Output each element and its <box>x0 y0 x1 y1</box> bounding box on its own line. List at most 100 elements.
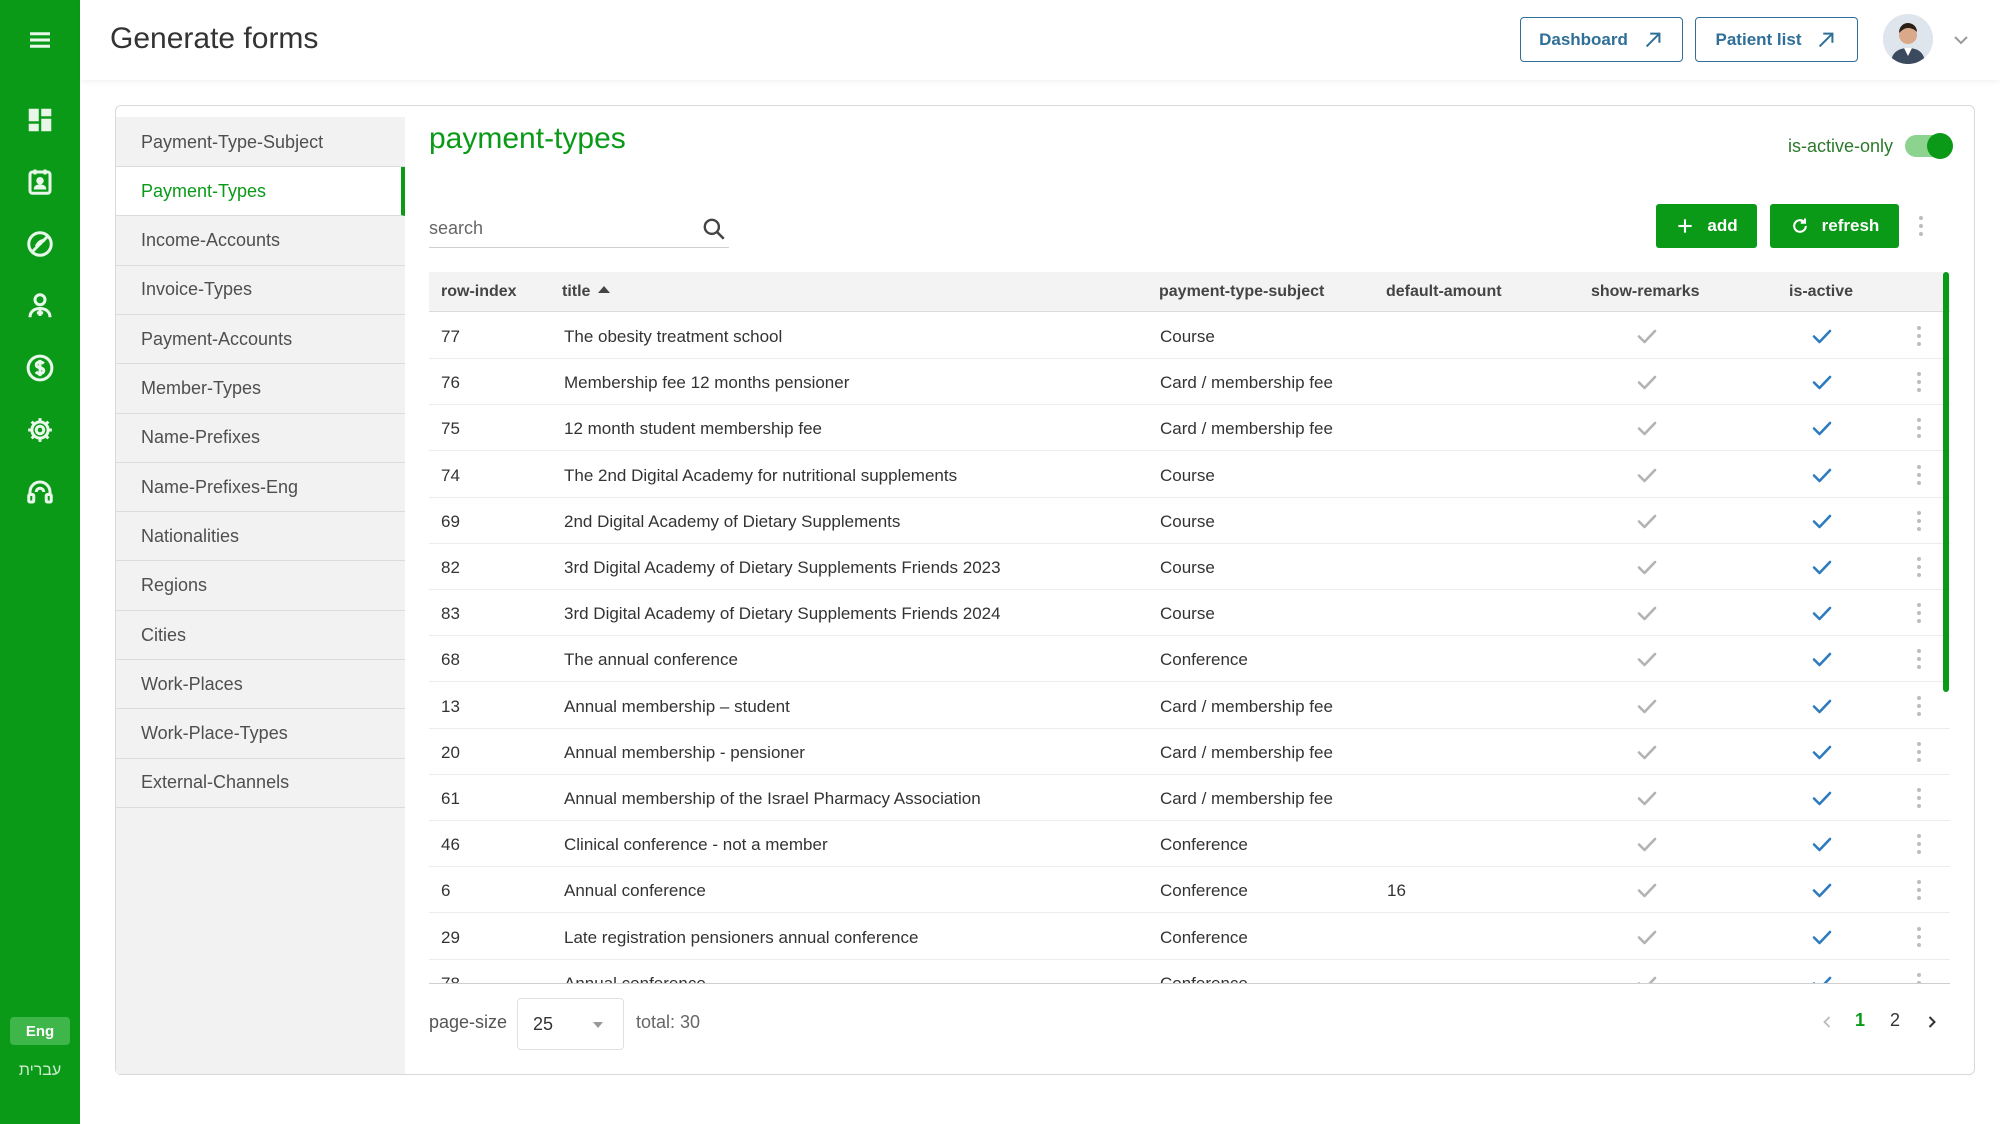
sidebar-item-nationalities[interactable]: Nationalities <box>116 512 405 562</box>
language-english[interactable]: Eng <box>10 1017 70 1045</box>
sidebar-item-work-place-types[interactable]: Work-Place-Types <box>116 709 405 759</box>
sidebar-item-invoice-types[interactable]: Invoice-Types <box>116 265 405 315</box>
dollar-icon[interactable] <box>22 350 58 386</box>
previous-page-icon[interactable] <box>1817 1010 1837 1034</box>
sidebar-item-label: Name-Prefixes <box>141 427 261 448</box>
title-cell: Annual membership - pensioner <box>564 742 805 762</box>
payment-type-subject-cell: Card / membership fee <box>1160 696 1333 716</box>
sidebar-item-name-prefixes-eng[interactable]: Name-Prefixes-Eng <box>116 463 405 513</box>
page-size-value: 25 <box>533 1014 554 1034</box>
row-menu-icon[interactable] <box>1909 415 1929 441</box>
page-size-select[interactable]: 25 <box>517 998 624 1050</box>
table-row[interactable]: 6 Annual conference Conference 16 <box>429 867 1950 914</box>
sidebar-item-payment-accounts[interactable]: Payment-Accounts <box>116 315 405 365</box>
row-menu-icon[interactable] <box>1909 739 1929 765</box>
row-index-cell: 46 <box>441 835 460 855</box>
dashboard-icon[interactable] <box>22 102 58 138</box>
app-rail: Eng עברית <box>0 0 80 1124</box>
column-header-is-active[interactable]: is-active <box>1789 283 1853 301</box>
refresh-button[interactable]: refresh <box>1770 204 1899 248</box>
sidebar-item-member-types[interactable]: Member-Types <box>116 364 405 414</box>
payment-type-subject-cell: Card / membership fee <box>1160 419 1333 439</box>
table-row[interactable]: 69 2nd Digital Academy of Dietary Supplem… <box>429 498 1950 544</box>
row-menu-icon[interactable] <box>1909 970 1929 983</box>
row-menu-icon[interactable] <box>1909 600 1929 626</box>
contacts-icon[interactable] <box>22 164 58 200</box>
row-menu-icon[interactable] <box>1909 877 1929 903</box>
row-menu-icon[interactable] <box>1909 693 1929 719</box>
row-index-cell: 76 <box>441 373 460 393</box>
is-active-only-toggle[interactable] <box>1905 133 1953 159</box>
table-row[interactable]: 29 Late registration pensioners annual co… <box>429 914 1950 960</box>
more-options-icon[interactable] <box>1911 213 1931 239</box>
sidebar-item-income-accounts[interactable]: Income-Accounts <box>116 216 405 266</box>
column-header-title[interactable]: title <box>562 283 611 301</box>
dropdown-caret-icon <box>593 1022 603 1028</box>
search-box <box>429 208 729 248</box>
next-page-icon[interactable] <box>1922 1010 1942 1034</box>
column-header-row-index[interactable]: row-index <box>441 283 517 301</box>
title-cell: Membership fee 12 months pensioner <box>564 373 850 393</box>
row-menu-icon[interactable] <box>1909 323 1929 349</box>
row-index-cell: 68 <box>441 650 460 670</box>
search-icon[interactable] <box>701 216 727 242</box>
table-row[interactable]: 13 Annual membership – student Card / memb… <box>429 683 1950 729</box>
page-1-button[interactable]: 1 <box>1855 1010 1865 1031</box>
show-remarks-check-icon <box>1635 786 1659 810</box>
table-row[interactable]: 61 Annual membership of the Israel Pharma… <box>429 775 1950 821</box>
column-header-payment-type-subject[interactable]: payment-type-subject <box>1159 283 1324 301</box>
add-button[interactable]: add <box>1656 204 1757 248</box>
table-row[interactable]: 77 The obesity treatment school Course <box>429 313 1950 359</box>
row-menu-icon[interactable] <box>1909 508 1929 534</box>
row-menu-icon[interactable] <box>1909 369 1929 395</box>
is-active-check-icon <box>1810 786 1834 810</box>
table-row[interactable]: 82 3rd Digital Academy of Dietary Supplem… <box>429 544 1950 590</box>
is-active-check-icon <box>1810 324 1834 348</box>
payment-type-subject-cell: Conference <box>1160 881 1248 901</box>
sidebar-item-external-channels[interactable]: External-Channels <box>116 758 405 808</box>
search-input[interactable] <box>429 214 679 242</box>
total-count: total: 30 <box>636 1012 701 1032</box>
table-row[interactable]: 83 3rd Digital Academy of Dietary Supplem… <box>429 590 1950 637</box>
sidebar-item-work-places[interactable]: Work-Places <box>116 660 405 710</box>
table-row[interactable]: 78 Annual conference Conference <box>429 960 1950 983</box>
menu-icon[interactable] <box>22 22 58 58</box>
sidebar-item-name-prefixes[interactable]: Name-Prefixes <box>116 413 405 463</box>
table-row[interactable]: 20 Annual membership - pensioner Card / me… <box>429 729 1950 775</box>
user-doctor-icon[interactable] <box>22 288 58 324</box>
patient-list-button[interactable]: Patient list <box>1695 17 1858 62</box>
row-index-cell: 82 <box>441 558 460 577</box>
row-menu-icon[interactable] <box>1909 785 1929 811</box>
column-header-default-amount[interactable]: default-amount <box>1386 283 1502 301</box>
dashboard-button[interactable]: Dashboard <box>1520 17 1683 62</box>
table-scrollbar[interactable] <box>1943 272 1949 692</box>
row-index-cell: 13 <box>441 696 460 716</box>
sidebar-item-payment-type-subject[interactable]: Payment-Type-Subject <box>116 118 405 167</box>
headset-icon[interactable] <box>22 474 58 510</box>
row-menu-icon[interactable] <box>1909 646 1929 672</box>
show-remarks-check-icon <box>1635 740 1659 764</box>
row-index-cell: 74 <box>441 465 460 485</box>
row-menu-icon[interactable] <box>1909 462 1929 488</box>
no-entry-icon[interactable] <box>22 226 58 262</box>
column-header-show-remarks[interactable]: show-remarks <box>1591 283 1700 301</box>
gear-icon[interactable] <box>22 412 58 448</box>
row-index-cell: 20 <box>441 742 460 762</box>
chevron-down-icon[interactable] <box>1949 28 1973 52</box>
payment-type-subject-cell: Course <box>1160 558 1215 577</box>
sidebar-item-regions[interactable]: Regions <box>116 561 405 611</box>
table-row[interactable]: 75 12 month student membership fee Card / … <box>429 405 1950 452</box>
row-menu-icon[interactable] <box>1909 554 1929 580</box>
table-row[interactable]: 74 The 2nd Digital Academy for nutritiona… <box>429 452 1950 498</box>
row-menu-icon[interactable] <box>1909 831 1929 857</box>
sidebar-item-cities[interactable]: Cities <box>116 611 405 660</box>
row-menu-icon[interactable] <box>1909 924 1929 950</box>
avatar[interactable] <box>1883 14 1933 64</box>
language-hebrew[interactable]: עברית <box>10 1058 70 1084</box>
table-row[interactable]: 68 The annual conference Conference <box>429 636 1950 683</box>
sidebar-item-payment-types[interactable]: Payment-Types <box>116 167 405 217</box>
table-row[interactable]: 46 Clinical conference - not a member Conf… <box>429 821 1950 868</box>
table-row[interactable]: 76 Membership fee 12 months pensioner Card… <box>429 359 1950 406</box>
title-cell: Annual membership of the Israel Pharmacy… <box>564 789 981 808</box>
page-2-button[interactable]: 2 <box>1890 1010 1900 1031</box>
